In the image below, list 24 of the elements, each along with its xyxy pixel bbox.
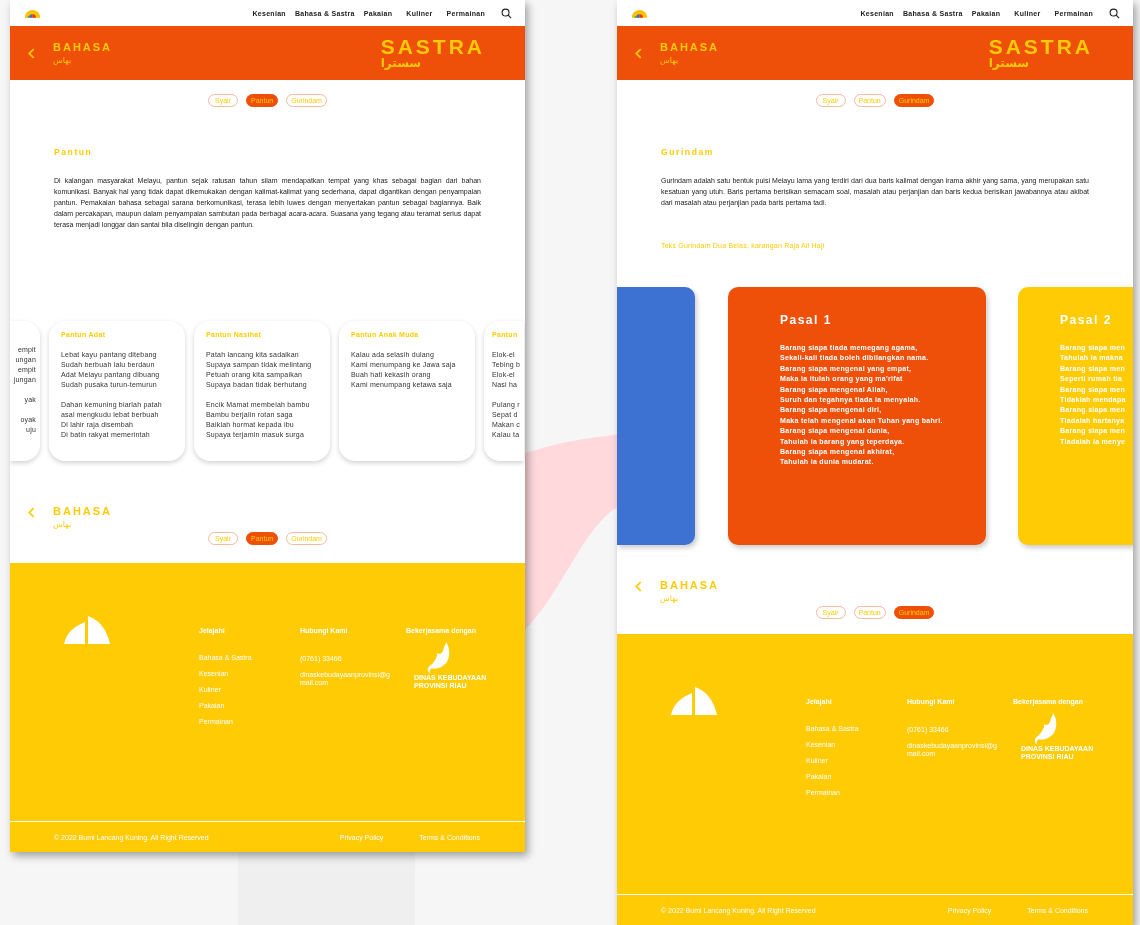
section-title: BAHASA	[53, 505, 113, 517]
section-title: BAHASA	[53, 41, 113, 53]
card-title: Pasal 1	[780, 313, 833, 327]
sail-logo-icon	[670, 687, 718, 715]
arabic-subtitle: بهاس	[660, 56, 680, 65]
section-title: BAHASA	[660, 41, 720, 53]
sail-logo-icon	[63, 616, 111, 644]
card-title: Pasal 2	[1060, 313, 1113, 327]
section-title: BAHASA	[660, 579, 720, 591]
arabic-subtitle: بهاس	[53, 56, 73, 65]
arabic-page-title: سسترا	[988, 56, 1031, 71]
search-icon[interactable]	[501, 7, 512, 19]
back-chevron-icon[interactable]	[635, 47, 642, 59]
back-chevron-icon[interactable]	[28, 47, 35, 59]
umbrella-logo-icon[interactable]	[24, 7, 41, 19]
page-title: SASTRA	[380, 35, 485, 57]
arabic-page-title: سسترا	[380, 56, 423, 71]
content-heading: Gurindam	[661, 147, 715, 157]
search-icon[interactable]	[1109, 7, 1120, 19]
arabic-subtitle: بهاس	[660, 594, 680, 603]
arabic-subtitle: بهاس	[53, 520, 73, 529]
page-title: SASTRA	[988, 35, 1093, 57]
content-heading: Pantun	[54, 147, 94, 157]
umbrella-logo-icon[interactable]	[631, 7, 648, 19]
